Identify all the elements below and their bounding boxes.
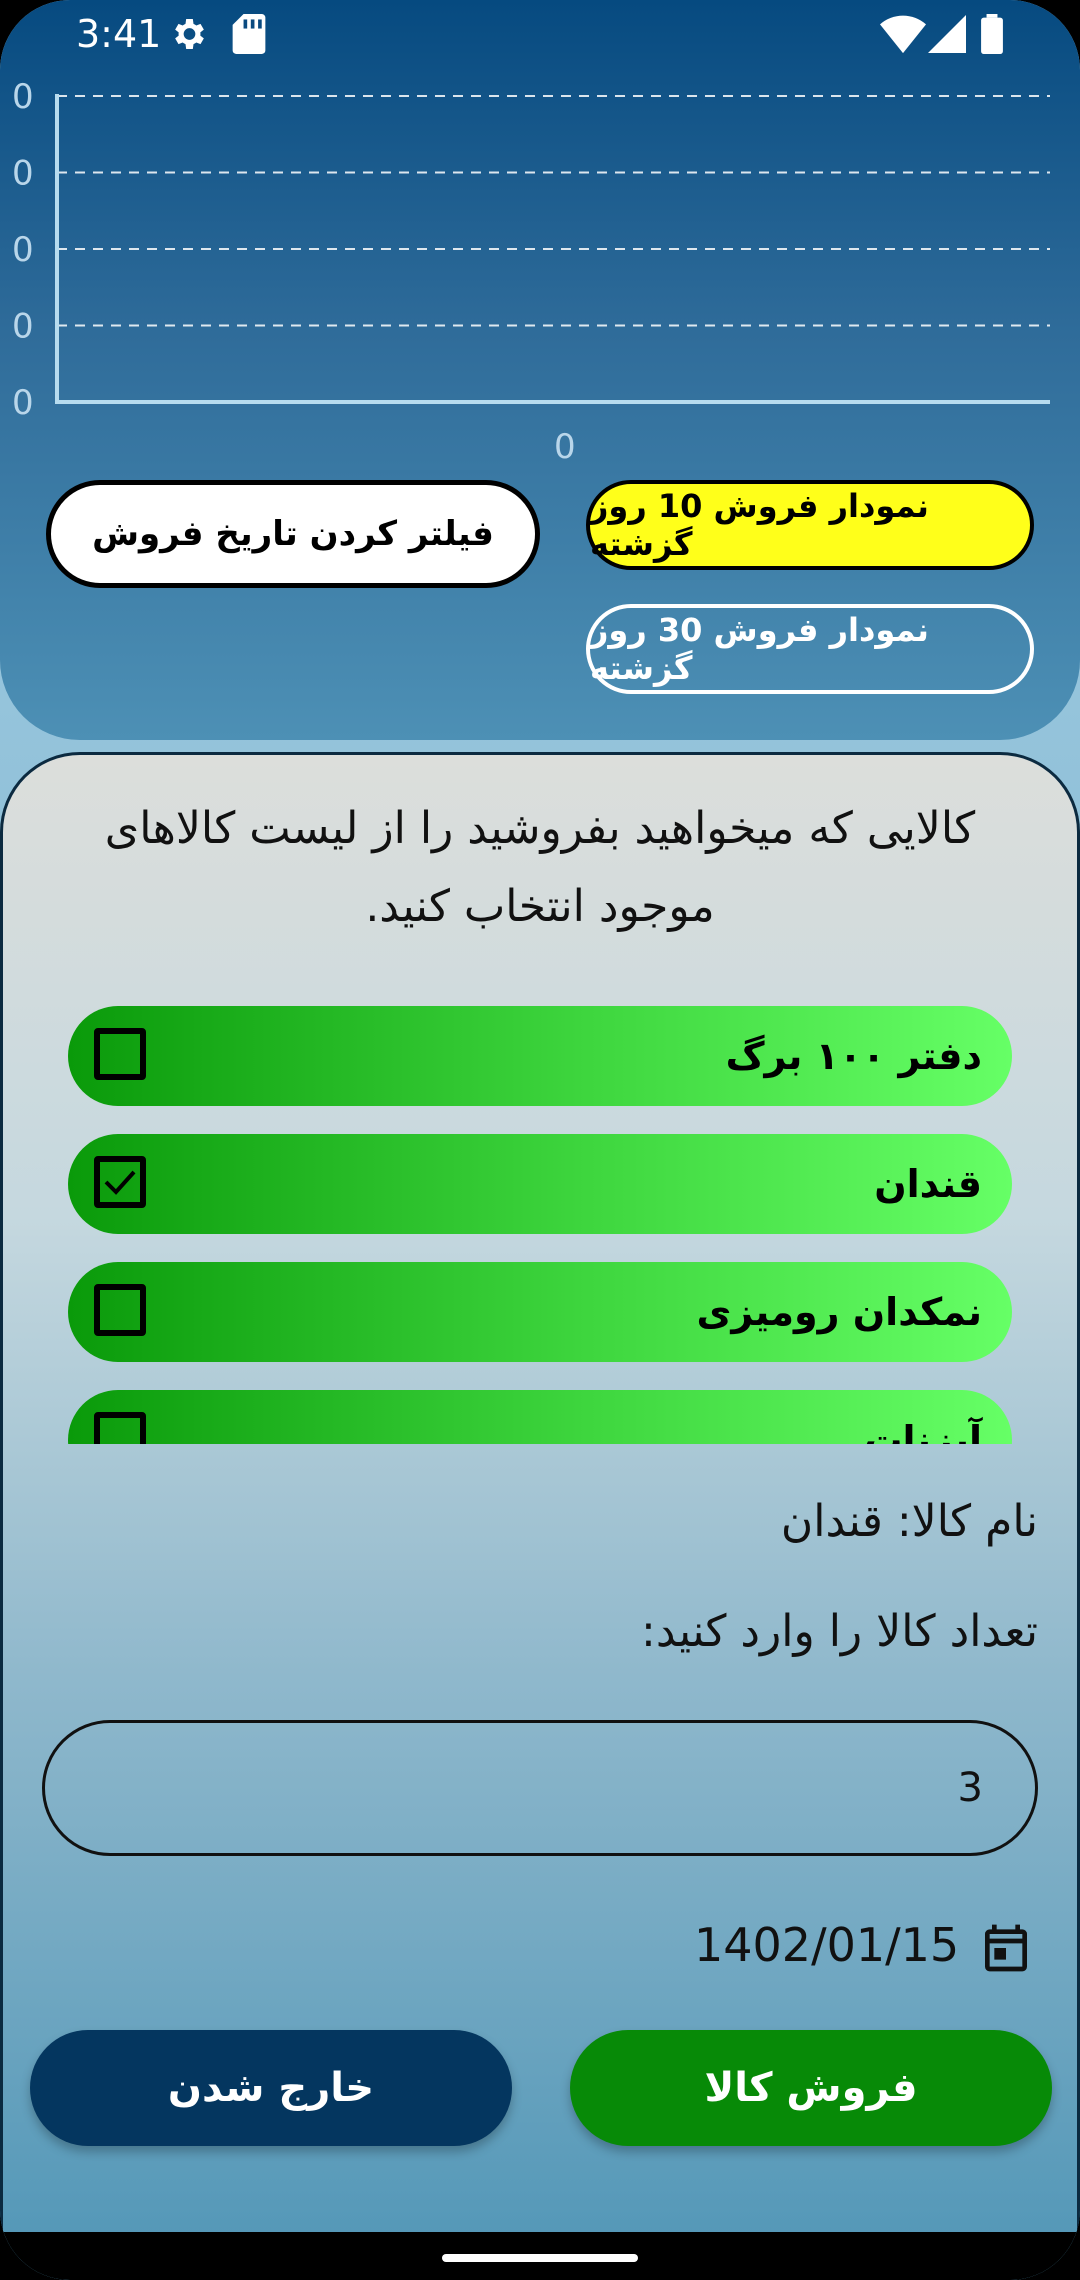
y-tick-label: 0 — [12, 154, 34, 194]
home-gesture-handle[interactable] — [442, 2254, 638, 2262]
quantity-prompt: تعداد کالا را وارد کنید: — [641, 1606, 1038, 1657]
filter-date-label: فیلتر کردن تاریخ فروش — [92, 514, 494, 554]
chart-panel: 3:41 0 0 0 0 0 0 فیلتر کردن تاریخ فروش نمودا… — [0, 0, 1080, 740]
chart-30-days-button[interactable]: نمودار فروش 30 روز گزشته — [586, 604, 1034, 694]
y-tick-label: 0 — [12, 307, 34, 347]
exit-button-label: خارج شدن — [167, 2065, 375, 2111]
y-tick-label: 0 — [12, 230, 34, 270]
chart-30-days-label: نمودار فروش 30 روز گزشته — [590, 611, 929, 687]
x-tick-label: 0 — [554, 427, 576, 467]
sd-card-icon — [232, 14, 266, 54]
signal-icon — [928, 15, 966, 53]
product-list[interactable]: دفتر ۱۰۰ برگ قندان نمکدان رومیزی آبزنات — [68, 1006, 1012, 1444]
list-item[interactable]: قندان — [68, 1134, 1012, 1234]
sales-chart: 0 0 0 0 0 0 — [12, 77, 1050, 467]
list-item-label: قندان — [874, 1162, 982, 1206]
list-item[interactable]: دفتر ۱۰۰ برگ — [68, 1006, 1012, 1106]
instruction-text: کالایی که میخواهید بفروشید را از لیست کا… — [104, 803, 976, 932]
y-tick-label: 0 — [12, 77, 34, 117]
gear-icon — [175, 19, 204, 49]
list-item-label: دفتر ۱۰۰ برگ — [725, 1034, 982, 1078]
checkbox[interactable] — [94, 1028, 146, 1080]
filter-date-button[interactable]: فیلتر کردن تاریخ فروش — [46, 480, 540, 588]
list-item[interactable]: نمکدان رومیزی — [68, 1262, 1012, 1362]
battery-icon — [981, 14, 1003, 54]
y-tick-label: 0 — [12, 383, 34, 423]
wifi-icon — [880, 15, 926, 54]
list-item-label: نمکدان رومیزی — [696, 1290, 982, 1334]
list-item-label: آبزنات — [864, 1418, 982, 1444]
sell-button[interactable]: فروش کالا — [570, 2030, 1052, 2146]
sale-date[interactable]: 1402/01/15 — [694, 1918, 959, 1972]
quantity-value: 3 — [957, 1765, 983, 1811]
list-item[interactable]: آبزنات — [68, 1390, 1012, 1444]
chart-10-days-label: نمودار فروش 10 روز گزشته — [590, 487, 929, 563]
status-time: 3:41 — [76, 12, 162, 56]
product-name-line: نام کالا: قندان — [780, 1496, 1038, 1547]
sell-button-label: فروش کالا — [704, 2065, 918, 2111]
checkbox[interactable] — [94, 1412, 146, 1444]
check-icon — [104, 1170, 136, 1195]
checkbox[interactable] — [94, 1284, 146, 1336]
exit-button[interactable]: خارج شدن — [30, 2030, 512, 2146]
chart-10-days-button[interactable]: نمودار فروش 10 روز گزشته — [586, 480, 1034, 570]
quantity-input[interactable]: 3 — [42, 1720, 1038, 1856]
app-screen: 3:41 0 0 0 0 0 0 فیلتر کردن تاریخ فروش نمودا… — [0, 0, 1080, 2280]
checkbox-checked[interactable] — [94, 1156, 146, 1208]
calendar-icon[interactable] — [978, 1920, 1034, 1976]
